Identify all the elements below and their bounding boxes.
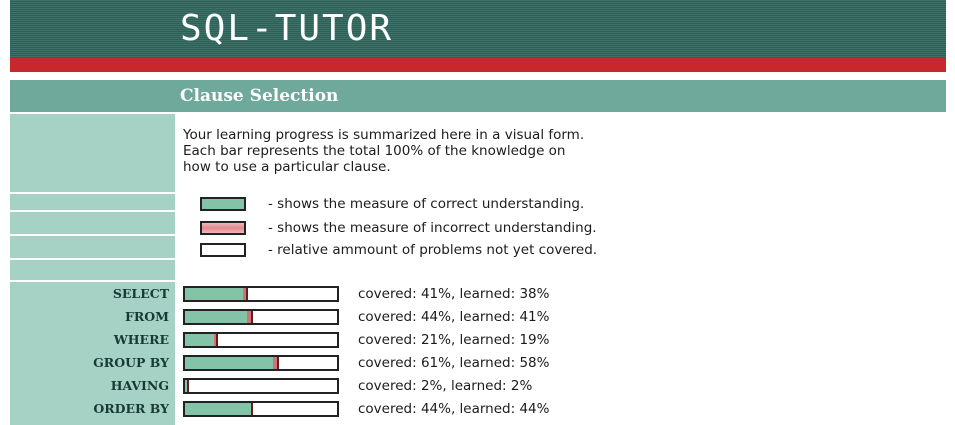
clause-row-group-by: GROUP BY covered: 61%, learned: 58% [0, 352, 955, 374]
correct-fill [185, 334, 214, 346]
clause-stats: covered: 44%, learned: 41% [358, 309, 550, 325]
covered-marker [250, 311, 253, 323]
clause-stats: covered: 61%, learned: 58% [358, 355, 550, 371]
clause-label: SELECT [10, 284, 175, 304]
legend-text-correct: - shows the measure of correct understan… [268, 196, 585, 212]
clause-label: WHERE [10, 330, 175, 350]
legend-swatch-correct [200, 197, 246, 211]
legend-text-uncovered: - relative ammount of problems not yet c… [268, 242, 598, 258]
header-gap [10, 72, 946, 80]
app-title: SQL-TUTOR [180, 8, 394, 49]
clause-label: HAVING [10, 376, 175, 396]
correct-fill [185, 311, 248, 323]
intro-text: how to use a particular clause. [183, 159, 391, 175]
progress-bar [183, 309, 339, 325]
sidebar-divider [10, 280, 175, 282]
clause-stats: covered: 2%, learned: 2% [358, 378, 533, 394]
progress-bar [183, 286, 339, 302]
progress-bar [183, 378, 339, 394]
sidebar-divider [10, 192, 175, 194]
progress-bar [183, 355, 339, 371]
clause-stats: covered: 44%, learned: 44% [358, 401, 550, 417]
clause-row-where: WHERE covered: 21%, learned: 19% [0, 329, 955, 351]
clause-label: FROM [10, 307, 175, 327]
covered-marker [215, 334, 218, 346]
sidebar-divider [10, 210, 175, 212]
legend-text-incorrect: - shows the measure of incorrect underst… [268, 220, 597, 236]
clause-row-having: HAVING covered: 2%, learned: 2% [0, 375, 955, 397]
covered-marker [246, 288, 249, 300]
covered-marker [187, 380, 190, 392]
progress-bar [183, 332, 339, 348]
legend-swatch-uncovered [200, 243, 246, 257]
sidebar-divider [10, 258, 175, 260]
clause-row-select: SELECT covered: 41%, learned: 38% [0, 283, 955, 305]
accent-band [10, 58, 946, 72]
correct-fill [185, 357, 274, 369]
sidebar-divider [10, 234, 175, 236]
intro-text: Each bar represents the total 100% of th… [183, 143, 566, 159]
covered-marker [250, 403, 253, 415]
covered-marker [276, 357, 279, 369]
header-bar [10, 0, 946, 58]
clause-row-order-by: ORDER BY covered: 44%, learned: 44% [0, 398, 955, 420]
clause-label: GROUP BY [10, 353, 175, 373]
clause-label: ORDER BY [10, 399, 175, 419]
legend-swatch-incorrect [200, 221, 246, 235]
intro-text: Your learning progress is summarized her… [183, 127, 585, 143]
clause-stats: covered: 41%, learned: 38% [358, 286, 550, 302]
correct-fill [185, 403, 252, 415]
clause-row-from: FROM covered: 44%, learned: 41% [0, 306, 955, 328]
section-title: Clause Selection [180, 86, 339, 106]
clause-stats: covered: 21%, learned: 19% [358, 332, 550, 348]
section-bar [10, 80, 946, 112]
correct-fill [185, 288, 243, 300]
progress-bar [183, 401, 339, 417]
